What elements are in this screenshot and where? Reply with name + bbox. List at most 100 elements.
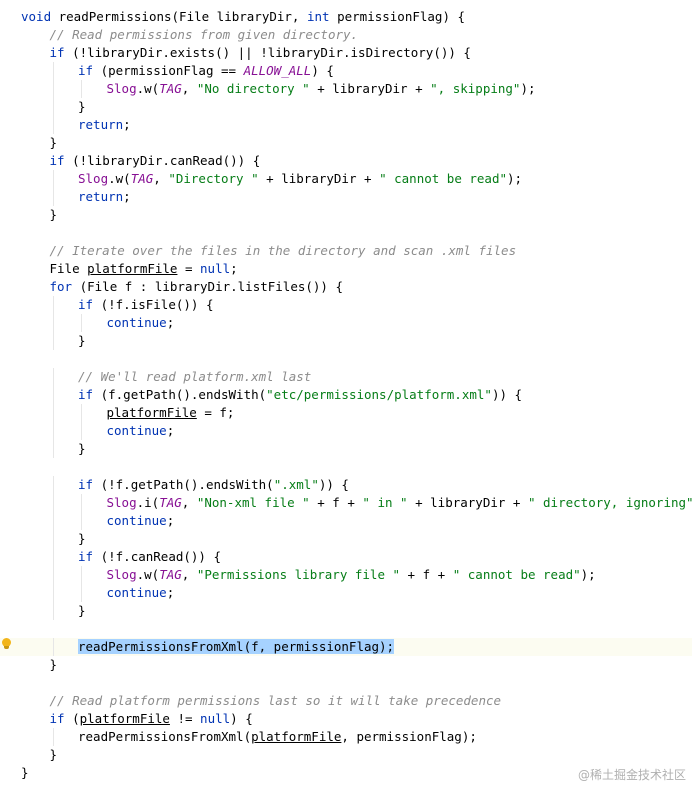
code-token: File <box>49 261 88 276</box>
code-token: platformFile <box>106 405 197 420</box>
code-line[interactable]: } <box>0 440 692 458</box>
code-line[interactable]: if (platformFile != null) { <box>0 710 692 728</box>
code-token: ", skipping" <box>430 81 521 96</box>
code-token: )) { <box>491 387 523 402</box>
code-line[interactable]: } <box>0 206 692 224</box>
code-line[interactable]: } <box>0 530 692 548</box>
code-line[interactable]: if (!f.getPath().endsWith(".xml")) { <box>0 476 692 494</box>
code-line[interactable]: File platformFile = null; <box>0 260 692 278</box>
code-token: "No directory " <box>196 81 310 96</box>
code-token: } <box>78 603 86 618</box>
code-token: + f + <box>400 567 453 582</box>
code-line[interactable]: continue; <box>0 512 692 530</box>
code-token: " directory, ignoring" <box>527 495 692 510</box>
indent-guide <box>52 116 54 134</box>
code-token: TAG <box>159 495 182 510</box>
code-token: (!libraryDir.exists() || !libraryDir.isD… <box>64 45 471 60</box>
code-token: TAG <box>159 81 182 96</box>
code-line[interactable]: Slog.w(TAG, "Permissions library file " … <box>0 566 692 584</box>
code-token: null <box>200 711 231 726</box>
code-line[interactable]: continue; <box>0 314 692 332</box>
indent-guide <box>52 530 54 548</box>
code-token: = <box>177 261 201 276</box>
code-token: Slog <box>106 495 137 510</box>
code-line[interactable]: if (!f.isFile()) { <box>0 296 692 314</box>
indent-guide <box>52 602 54 620</box>
code-line[interactable]: if (!f.canRead()) { <box>0 548 692 566</box>
indent-guide <box>52 512 54 530</box>
code-editor[interactable]: void readPermissions(File libraryDir, in… <box>0 0 692 791</box>
code-token: readPermissions(File libraryDir, <box>51 9 307 24</box>
code-token: null <box>200 261 231 276</box>
indent-guide <box>81 512 82 530</box>
code-token: (!f.canRead()) { <box>93 549 221 564</box>
code-line[interactable]: // We'll read platform.xml last <box>0 368 692 386</box>
code-line[interactable]: } <box>0 602 692 620</box>
code-line[interactable] <box>0 350 692 368</box>
code-line[interactable] <box>0 224 692 242</box>
code-token: + libraryDir + <box>309 81 431 96</box>
code-line[interactable]: continue; <box>0 584 692 602</box>
code-line[interactable]: continue; <box>0 422 692 440</box>
code-line[interactable]: } <box>0 134 692 152</box>
code-token: TAG <box>159 567 182 582</box>
code-line[interactable]: void readPermissions(File libraryDir, in… <box>0 8 692 26</box>
indent-guide <box>81 494 82 512</box>
code-text: // Read permissions from given directory… <box>50 26 359 44</box>
code-text: if (!libraryDir.canRead()) { <box>50 152 261 170</box>
code-line[interactable]: return; <box>0 188 692 206</box>
code-token: permissionFlag) { <box>329 9 466 24</box>
code-token: , permissionFlag); <box>341 729 477 744</box>
code-line[interactable]: for (File f : libraryDir.listFiles()) { <box>0 278 692 296</box>
indent-guide <box>52 404 54 422</box>
code-line[interactable]: // Read platform permissions last so it … <box>0 692 692 710</box>
code-line[interactable]: if (permissionFlag == ALLOW_ALL) { <box>0 62 692 80</box>
code-token: } <box>78 333 86 348</box>
code-text: } <box>50 206 58 224</box>
code-line[interactable]: } <box>0 746 692 764</box>
intention-bulb-icon[interactable] <box>1 638 12 650</box>
code-token: if <box>78 549 94 564</box>
code-token: TAG <box>130 171 154 186</box>
code-line[interactable]: } <box>0 98 692 116</box>
code-line[interactable]: readPermissionsFromXml(platformFile, per… <box>0 728 692 746</box>
code-line[interactable]: } <box>0 656 692 674</box>
code-token: "etc/permissions/platform.xml" <box>266 387 492 402</box>
indent-guide <box>52 296 54 314</box>
code-line[interactable]: Slog.w(TAG, "No directory " + libraryDir… <box>0 80 692 98</box>
code-line[interactable]: Slog.i(TAG, "Non-xml file " + f + " in "… <box>0 494 692 512</box>
code-text: for (File f : libraryDir.listFiles()) { <box>50 278 344 296</box>
code-token: continue <box>106 585 167 600</box>
code-token: readPermissionsFromXml( <box>78 729 252 744</box>
code-line[interactable] <box>0 674 692 692</box>
code-token: " cannot be read" <box>452 567 581 582</box>
code-text: platformFile = f; <box>107 404 235 422</box>
code-token: (File f : libraryDir.listFiles()) { <box>72 279 344 294</box>
code-token: = f; <box>196 405 235 420</box>
code-token: if <box>78 477 94 492</box>
code-token: ( <box>64 711 80 726</box>
code-line[interactable]: return; <box>0 116 692 134</box>
code-line[interactable]: // Read permissions from given directory… <box>0 26 692 44</box>
code-line[interactable]: // Iterate over the files in the directo… <box>0 242 692 260</box>
code-token: .w( <box>108 171 131 186</box>
code-text: if (permissionFlag == ALLOW_ALL) { <box>78 62 334 80</box>
indent-guide <box>52 638 54 656</box>
code-line[interactable]: if (!libraryDir.exists() || !libraryDir.… <box>0 44 692 62</box>
code-text: void readPermissions(File libraryDir, in… <box>21 8 465 26</box>
code-token: return <box>78 117 124 132</box>
code-line[interactable] <box>0 620 692 638</box>
code-line[interactable]: if (f.getPath().endsWith("etc/permission… <box>0 386 692 404</box>
indent-guide <box>52 548 54 566</box>
code-token: + libraryDir + <box>258 171 380 186</box>
code-line[interactable]: if (!libraryDir.canRead()) { <box>0 152 692 170</box>
code-line[interactable]: Slog.w(TAG, "Directory " + libraryDir + … <box>0 170 692 188</box>
indent-guide <box>81 422 82 440</box>
code-token: } <box>78 531 86 546</box>
code-token: ; <box>166 513 175 528</box>
code-line[interactable]: readPermissionsFromXml(f, permissionFlag… <box>0 638 692 656</box>
code-token: " cannot be read" <box>379 171 507 186</box>
code-line[interactable]: platformFile = f; <box>0 404 692 422</box>
code-line[interactable] <box>0 458 692 476</box>
code-line[interactable]: } <box>0 332 692 350</box>
